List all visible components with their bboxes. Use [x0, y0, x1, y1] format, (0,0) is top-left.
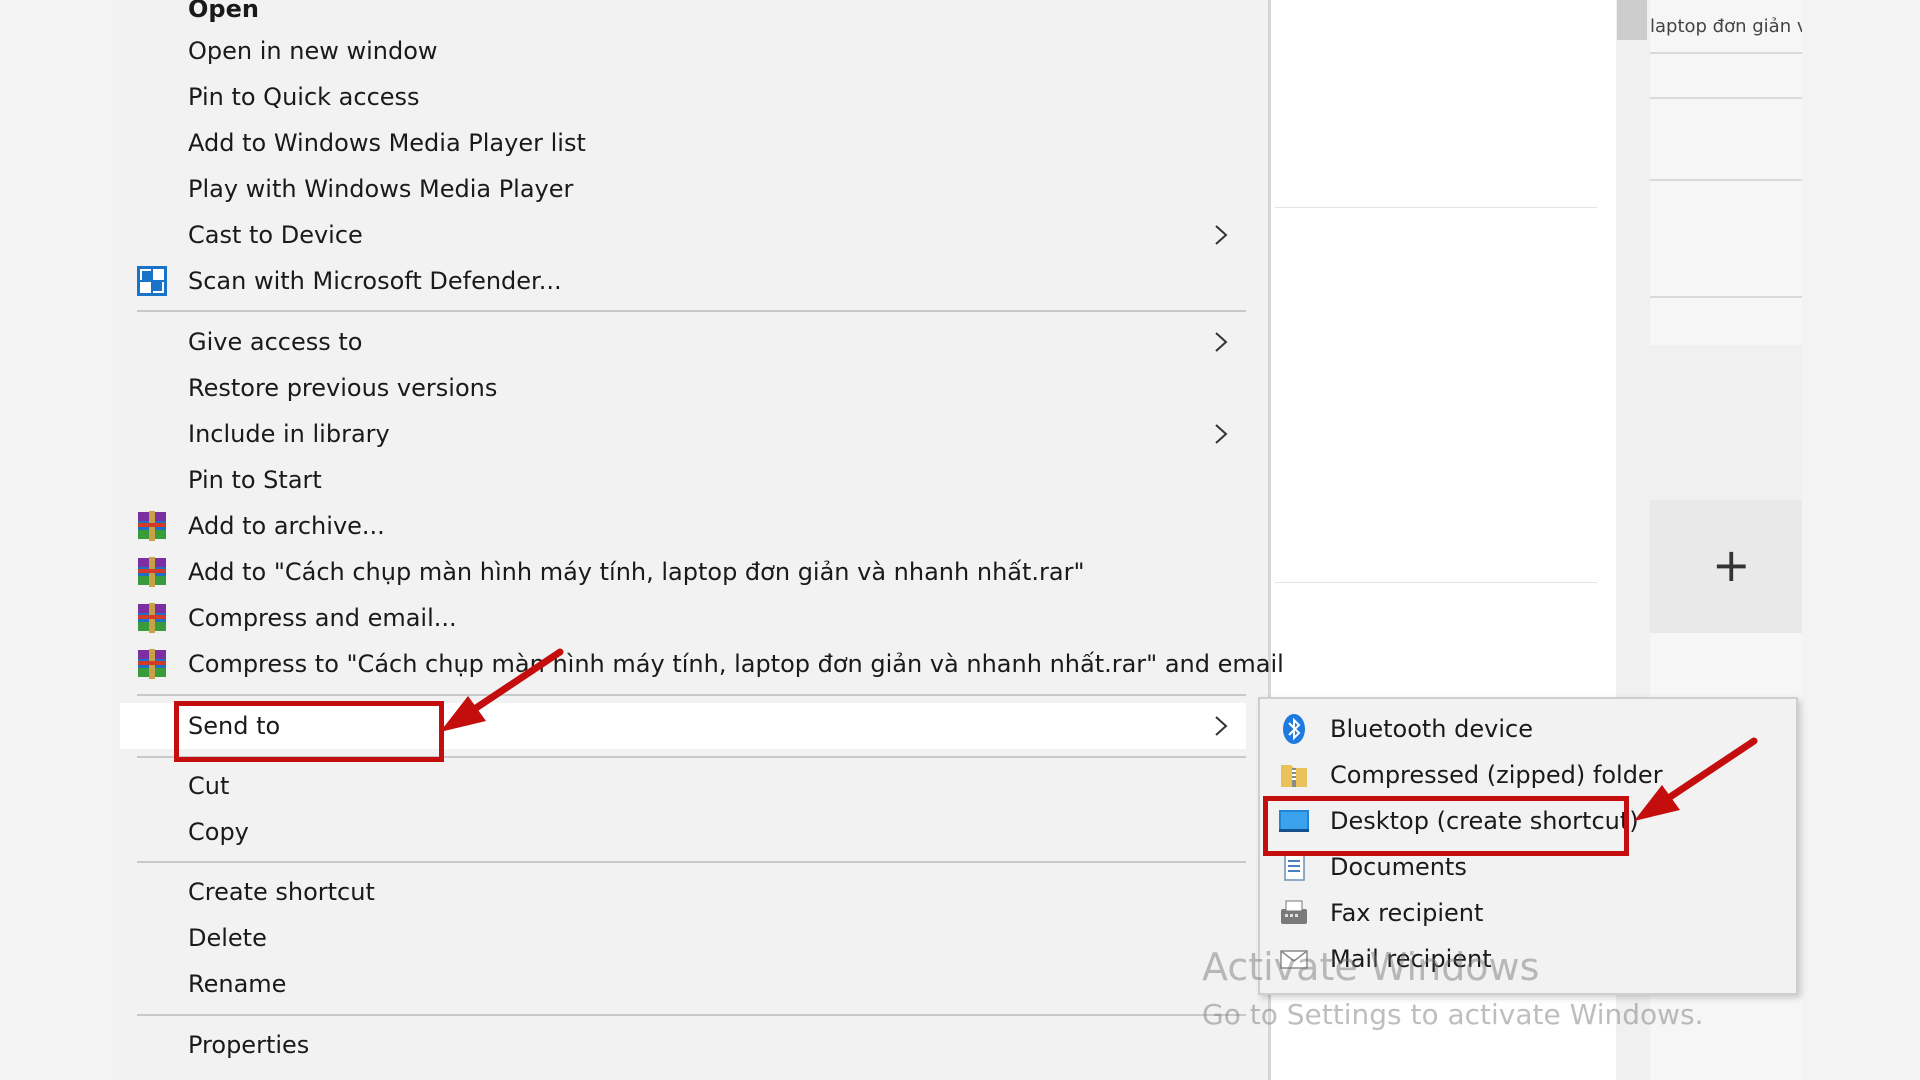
annotation-arrows — [440, 648, 1758, 821]
arrow-to-desktop-icon — [1634, 737, 1758, 821]
activate-windows-watermark-subtitle: Go to Settings to activate Windows. — [1202, 998, 1704, 1031]
arrow-to-send-to-icon — [440, 648, 564, 732]
activate-windows-watermark-title: Activate Windows — [1202, 945, 1540, 989]
